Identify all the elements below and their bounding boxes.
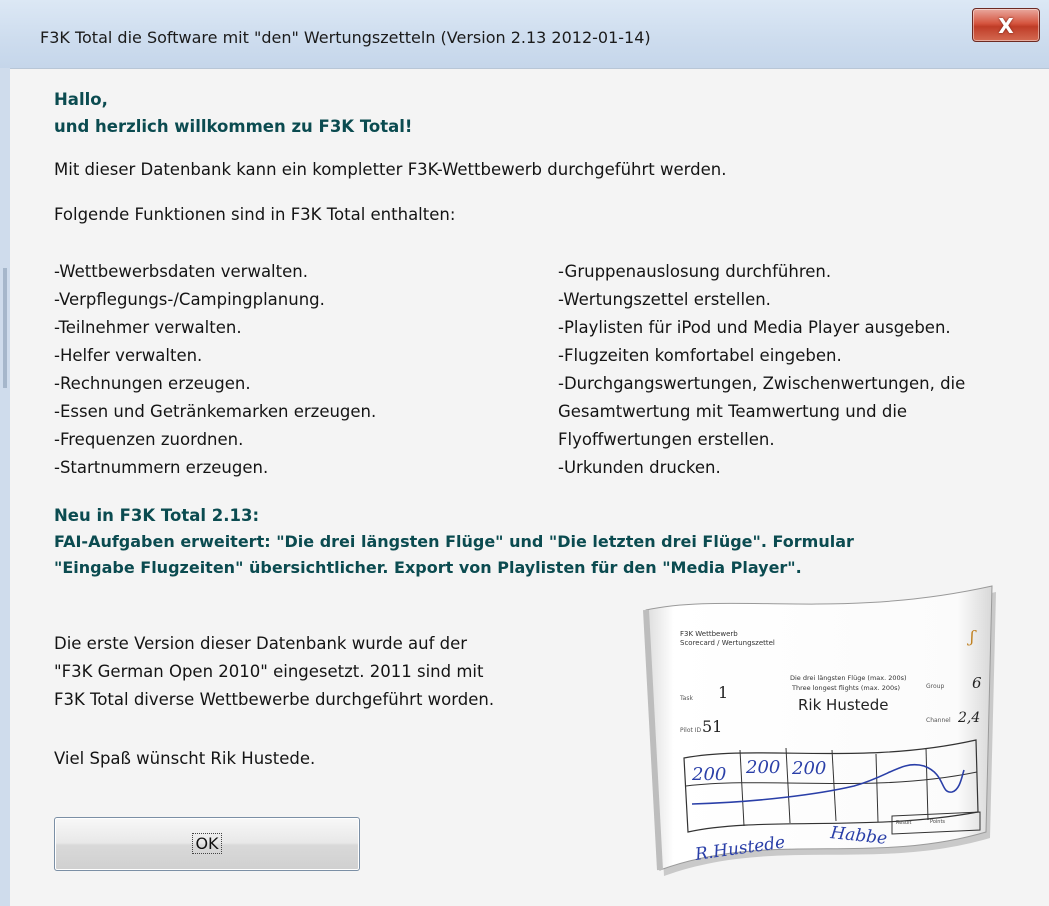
feature-left-item: -Wettbewerbsdaten verwalten.: [54, 262, 308, 281]
greeting-line-1: Hallo,: [54, 90, 108, 109]
close-icon: X: [998, 14, 1014, 38]
history-line-1: Die erste Version dieser Datenbank wurde…: [54, 634, 468, 653]
signoff-text: Viel Spaß wünscht Rik Hustede.: [54, 749, 316, 768]
ok-button-label-wrap: OK: [55, 833, 359, 854]
feature-right-item: -Flugzeiten komfortabel eingeben.: [558, 346, 842, 365]
feature-left-item: -Frequenzen zuordnen.: [54, 430, 244, 449]
close-button[interactable]: X: [972, 8, 1040, 42]
feature-right-item: -Gruppenauslosung durchführen.: [558, 262, 832, 281]
scorecard-header-2: Scorecard / Wertungszettel: [680, 639, 775, 647]
features-heading: Folgende Funktionen sind in F3K Total en…: [54, 205, 456, 224]
ok-button-label: OK: [192, 833, 222, 854]
new-line-2: "Eingabe Flugzeiten" übersichtlicher. Ex…: [54, 558, 802, 577]
scorecard-channel-value: 2,4: [957, 710, 980, 726]
scorecard-header-1: F3K Wettbewerb: [680, 630, 738, 638]
scorecard-time-1: 200: [691, 764, 726, 785]
scorecard-task-1: Die drei längsten Flüge (max. 200s): [790, 674, 907, 682]
scorecard-round-value: 1: [718, 683, 728, 702]
scorecard-round-label: Task: [679, 695, 693, 702]
feature-right-item: Flyoffwertungen erstellen.: [558, 430, 775, 449]
title-bar[interactable]: F3K Total die Software mit "den" Wertung…: [0, 0, 1049, 68]
resize-grip: [3, 268, 7, 388]
history-line-3: F3K Total diverse Wettbewerbe durchgefüh…: [54, 690, 495, 709]
scorecard-group-label: Group: [926, 683, 944, 690]
feature-right-item: -Durchgangswertungen, Zwischenwertungen,…: [558, 374, 966, 393]
feature-left-item: -Essen und Getränkemarken erzeugen.: [54, 402, 377, 421]
greeting-line-2: und herzlich willkommen zu F3K Total!: [54, 117, 413, 136]
scorecard-pilot-value: 51: [702, 717, 722, 736]
window-title: F3K Total die Software mit "den" Wertung…: [40, 28, 651, 47]
feature-right-item: -Urkunden drucken.: [558, 458, 721, 477]
scorecard-group-value: 6: [972, 674, 982, 692]
scorecard-illustration: F3K Wettbewerb Scorecard / Wertungszette…: [643, 585, 996, 876]
ok-button[interactable]: OK: [54, 817, 360, 871]
scorecard-pilot-label: Pilot ID: [680, 727, 702, 734]
feature-left-item: -Rechnungen erzeugen.: [54, 374, 251, 393]
new-heading: Neu in F3K Total 2.13:: [54, 506, 260, 525]
window-left-border: [0, 68, 10, 906]
scorecard-time-3: 200: [791, 758, 826, 779]
feature-left-item: -Teilnehmer verwalten.: [54, 318, 242, 337]
scorecard-time-2: 200: [745, 757, 780, 778]
new-line-1: FAI-Aufgaben erweitert: "Die drei längst…: [54, 532, 854, 551]
scorecard-task-2: Three longest flights (max. 200s): [791, 684, 900, 692]
scorecard-result-label: Result: [896, 820, 911, 826]
feature-left-item: -Helfer verwalten.: [54, 346, 203, 365]
intro-text: Mit dieser Datenbank kann ein kompletter…: [54, 160, 727, 179]
history-line-2: "F3K German Open 2010" eingesetzt. 2011 …: [54, 662, 484, 681]
scorecard-channel-label: Channel: [926, 717, 951, 724]
feature-right-item: Gesamtwertung mit Teamwertung und die: [558, 402, 908, 421]
dialog-window: F3K Total die Software mit "den" Wertung…: [0, 0, 1049, 906]
feature-right-item: -Playlisten für iPod und Media Player au…: [558, 318, 951, 337]
feature-left-item: -Startnummern erzeugen.: [54, 458, 269, 477]
scorecard-points-label: Points: [930, 819, 945, 825]
feature-right-item: -Wertungszettel erstellen.: [558, 290, 771, 309]
scorecard-pilot-name: Rik Hustede: [798, 696, 889, 714]
feature-left-item: -Verpflegungs-/Campingplanung.: [54, 290, 325, 309]
